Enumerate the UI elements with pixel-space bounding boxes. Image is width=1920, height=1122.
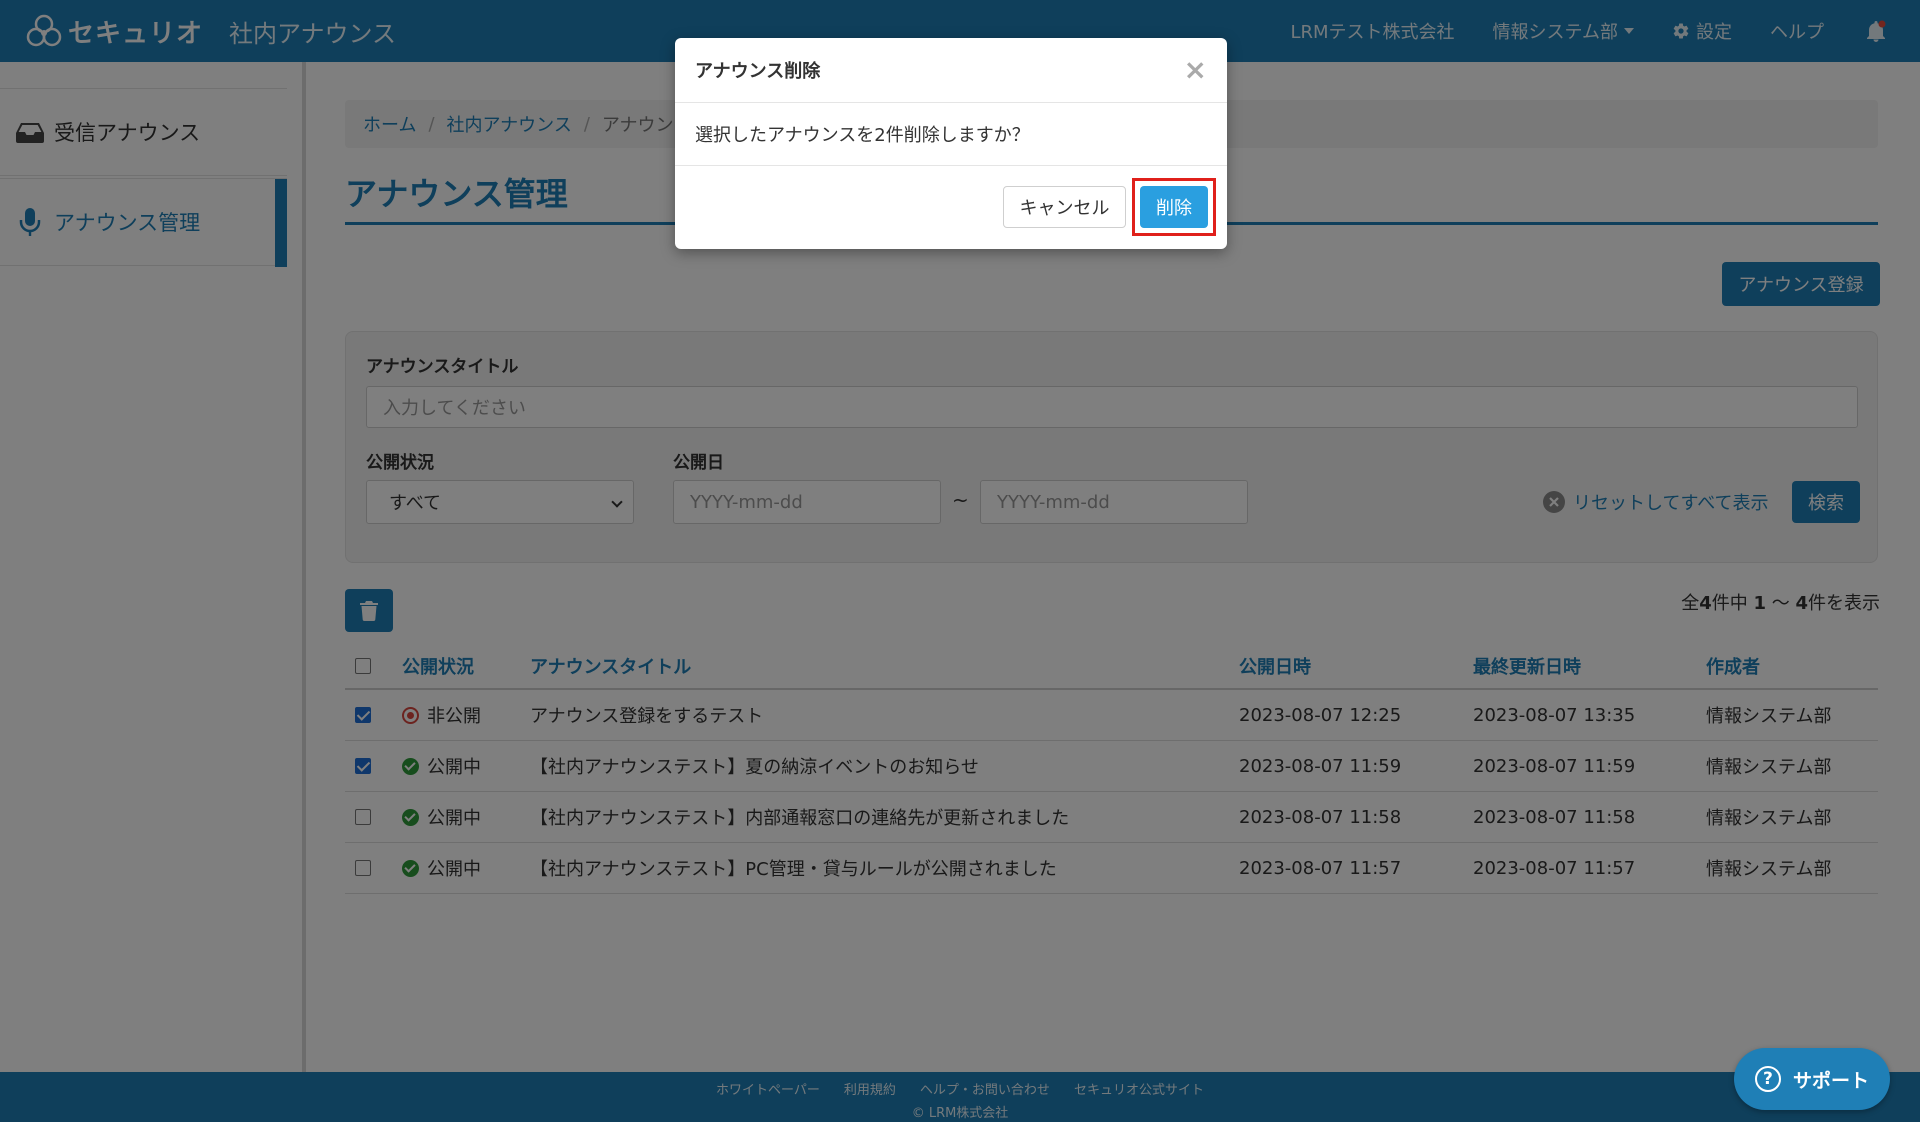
cancel-button[interactable]: キャンセル	[1003, 186, 1126, 228]
confirm-delete-button[interactable]: 削除	[1140, 186, 1208, 228]
dialog-title: アナウンス削除	[695, 61, 821, 82]
question-icon: ?	[1754, 1066, 1781, 1092]
delete-announcement-dialog: アナウンス削除 × 選択したアナウンスを2件削除しますか？ キャンセル 削除	[675, 38, 1227, 249]
dialog-footer: キャンセル 削除	[675, 166, 1227, 248]
dialog-header: アナウンス削除 ×	[675, 38, 1227, 103]
close-icon[interactable]: ×	[1184, 56, 1207, 84]
support-button[interactable]: ? サポート	[1734, 1048, 1890, 1110]
support-label: サポート	[1792, 1069, 1869, 1092]
dialog-message: 選択したアナウンスを2件削除しますか？	[675, 103, 1227, 166]
